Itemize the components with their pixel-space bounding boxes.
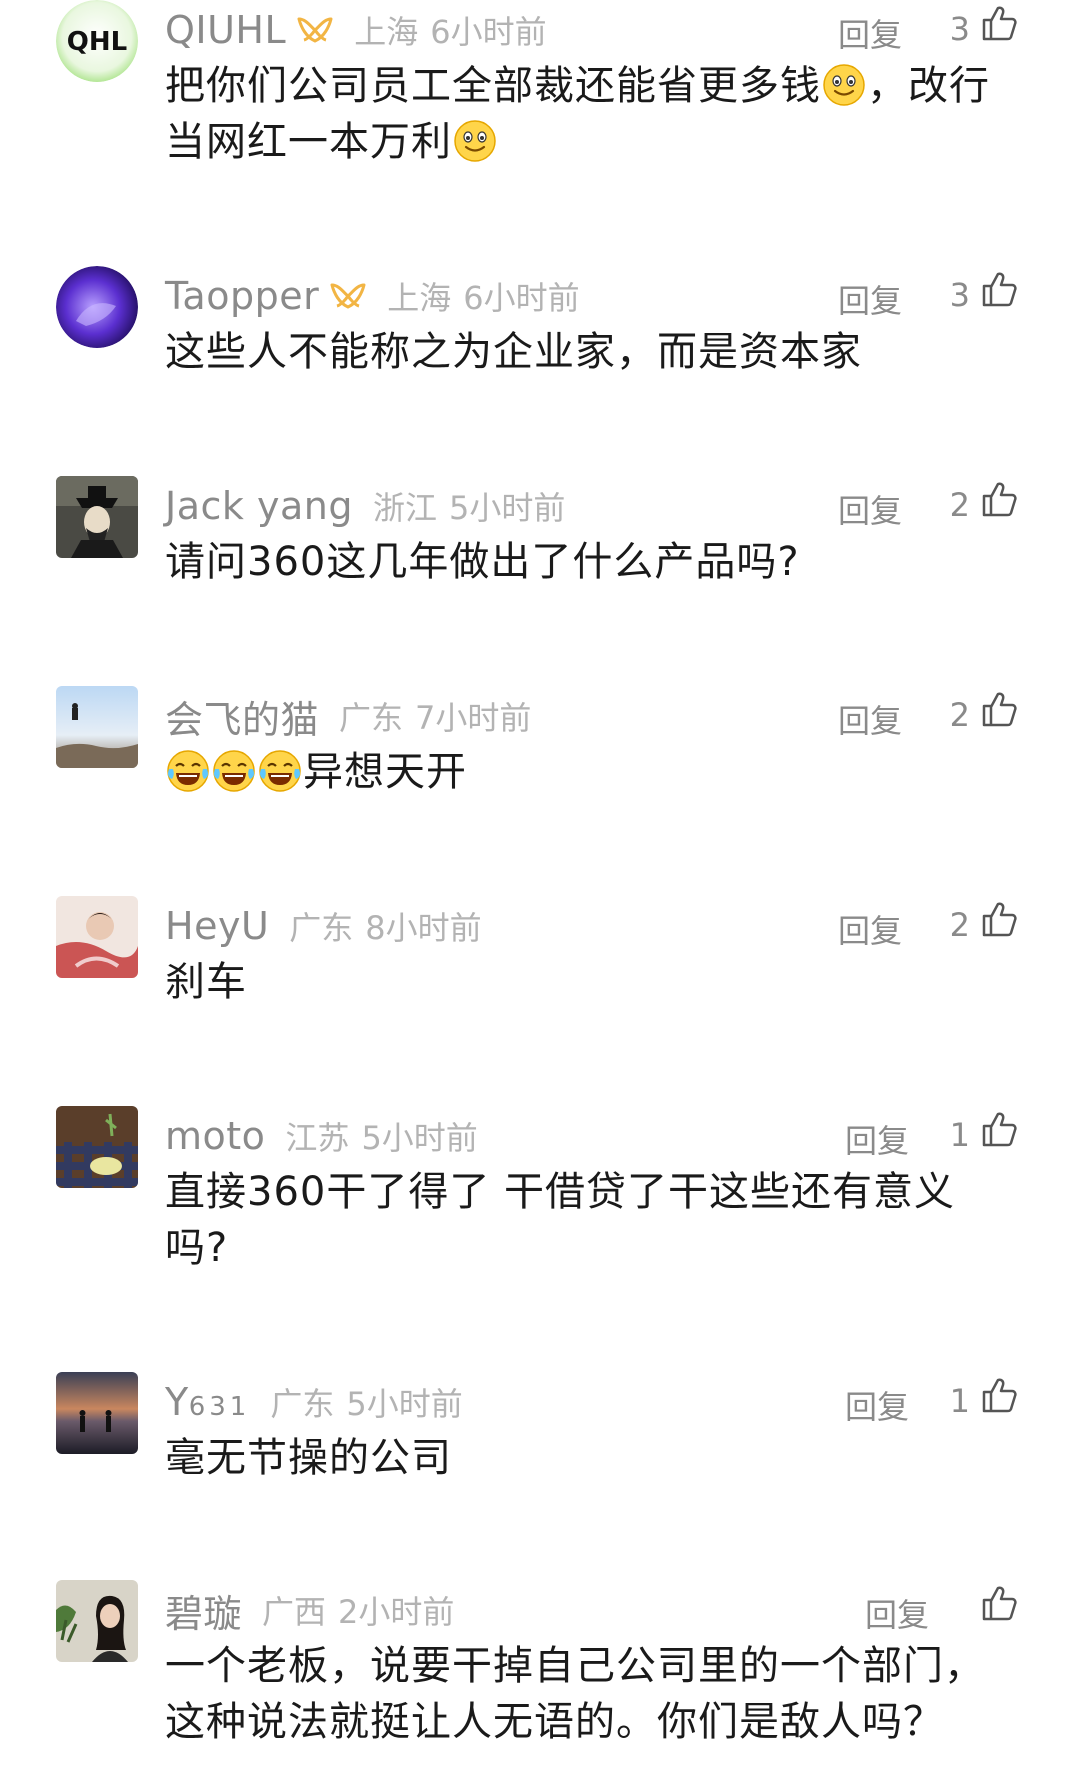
comment-meta: QIUHL 上海 6小时前 bbox=[165, 8, 547, 52]
thumbs-up-icon[interactable] bbox=[980, 270, 1018, 308]
timestamp: 7小时前 bbox=[415, 699, 532, 737]
location: 广东 bbox=[270, 1385, 335, 1423]
username[interactable]: QIUHL bbox=[165, 8, 286, 52]
comment-meta: 碧璇 广西 2小时前 bbox=[165, 1588, 455, 1636]
comment-meta: moto 江苏 5小时前 bbox=[165, 1114, 478, 1158]
comment-meta: HeyU 广东 8小时前 bbox=[165, 904, 482, 948]
comment-item: Y631 广东 5小时前 回复 1 毫无节操的公司 bbox=[0, 1372, 1080, 1522]
timestamp: 5小时前 bbox=[448, 489, 566, 527]
comment-meta: Taopper 上海 6小时前 bbox=[165, 274, 580, 318]
timestamp: 6小时前 bbox=[463, 279, 580, 317]
comment-text: 这些人不能称之为企业家，而是资本家 bbox=[165, 329, 862, 375]
avatar[interactable] bbox=[56, 266, 138, 348]
comment-meta: 会飞的猫 广东 7小时前 bbox=[165, 694, 532, 742]
comment-meta: Jack yang 浙江 5小时前 bbox=[165, 484, 565, 528]
reply-button[interactable]: 回复 bbox=[838, 906, 902, 952]
reply-button[interactable]: 回复 bbox=[845, 1382, 909, 1428]
thumbs-up-icon[interactable] bbox=[980, 4, 1018, 42]
username[interactable]: Jack yang bbox=[165, 484, 353, 528]
location: 上海 bbox=[354, 13, 419, 51]
avatar[interactable] bbox=[56, 1106, 138, 1188]
comment-item: 会飞的猫 广东 7小时前 回复 2 异想天开 bbox=[0, 686, 1080, 836]
timestamp: 5小时前 bbox=[346, 1385, 463, 1423]
smile-emoji bbox=[453, 119, 497, 163]
reply-button[interactable]: 回复 bbox=[838, 486, 902, 532]
username[interactable]: 会飞的猫 bbox=[165, 689, 319, 744]
avatar[interactable] bbox=[56, 686, 138, 768]
comment-text-part: 把你们公司员工全部裁还能省更多钱 bbox=[165, 63, 821, 109]
comment-item: QHL QIUHL 上海 6小时前 回复 3 把你们公司员工全部裁还能省更多钱，… bbox=[0, 0, 1080, 200]
laugh-cry-emoji bbox=[258, 749, 302, 793]
comment-text: 一个老板，说要干掉自己公司里的一个部门，这种说法就挺让人无语的。你们是敌人吗？ bbox=[165, 1643, 985, 1745]
location: 广东 bbox=[339, 699, 404, 737]
comment-meta: Y631 广东 5小时前 bbox=[165, 1380, 463, 1424]
timestamp: 2小时前 bbox=[338, 1593, 455, 1631]
comment-text: 异想天开 bbox=[165, 744, 1015, 800]
vip-badge-icon bbox=[296, 15, 334, 45]
avatar[interactable]: QHL bbox=[56, 0, 138, 82]
username-main[interactable]: Y bbox=[165, 1380, 189, 1424]
like-count: 2 bbox=[949, 696, 970, 734]
like-count: 3 bbox=[949, 276, 970, 314]
reply-button[interactable]: 回复 bbox=[865, 1590, 929, 1636]
location: 上海 bbox=[387, 279, 452, 317]
location: 江苏 bbox=[285, 1119, 350, 1157]
timestamp: 6小时前 bbox=[430, 13, 547, 51]
timestamp: 8小时前 bbox=[365, 909, 482, 947]
laugh-cry-emoji bbox=[212, 749, 256, 793]
comment-text: 毫无节操的公司 bbox=[165, 1435, 452, 1481]
thumbs-up-icon[interactable] bbox=[980, 1584, 1018, 1622]
comment-item: 碧璇 广西 2小时前 回复 一个老板，说要干掉自己公司里的一个部门，这种说法就挺… bbox=[0, 1580, 1080, 1766]
avatar[interactable] bbox=[56, 1372, 138, 1454]
comment-text: 把你们公司员工全部裁还能省更多钱 ，改行当网红一本万利 bbox=[165, 58, 1015, 170]
thumbs-up-icon[interactable] bbox=[980, 690, 1018, 728]
timestamp: 5小时前 bbox=[361, 1119, 478, 1157]
svg-text:QHL: QHL bbox=[67, 27, 127, 57]
username[interactable]: moto bbox=[165, 1114, 265, 1158]
avatar[interactable] bbox=[56, 476, 138, 558]
reply-button[interactable]: 回复 bbox=[838, 276, 902, 322]
username-suffix[interactable]: 631 bbox=[189, 1392, 251, 1422]
comment-item: moto 江苏 5小时前 回复 1 直接360干了得了 干借贷了干这些还有意义吗… bbox=[0, 1106, 1080, 1326]
like-count: 1 bbox=[949, 1116, 970, 1154]
comment-text: 刹车 bbox=[165, 959, 247, 1005]
like-count: 3 bbox=[949, 10, 970, 48]
comment-item: HeyU 广东 8小时前 回复 2 刹车 bbox=[0, 896, 1080, 1046]
username[interactable]: 碧璇 bbox=[165, 1583, 242, 1638]
smile-emoji bbox=[822, 63, 866, 107]
location: 浙江 bbox=[372, 489, 437, 527]
like-count: 2 bbox=[949, 486, 970, 524]
location: 广西 bbox=[262, 1593, 327, 1631]
comment-item: Taopper 上海 6小时前 回复 3 这些人不能称之为企业家，而是资本家 bbox=[0, 266, 1080, 416]
like-count: 2 bbox=[949, 906, 970, 944]
laugh-cry-emoji bbox=[166, 749, 210, 793]
thumbs-up-icon[interactable] bbox=[980, 900, 1018, 938]
reply-button[interactable]: 回复 bbox=[838, 10, 902, 56]
thumbs-up-icon[interactable] bbox=[980, 1110, 1018, 1148]
vip-badge-icon bbox=[329, 281, 367, 311]
comment-text: 直接360干了得了 干借贷了干这些还有意义吗? bbox=[165, 1169, 956, 1271]
username[interactable]: HeyU bbox=[165, 904, 269, 948]
avatar[interactable] bbox=[56, 1580, 138, 1662]
comment-feed: QHL QIUHL 上海 6小时前 回复 3 把你们公司员工全部裁还能省更多钱，… bbox=[0, 0, 1080, 1766]
reply-button[interactable]: 回复 bbox=[838, 696, 902, 742]
thumbs-up-icon[interactable] bbox=[980, 1376, 1018, 1414]
comment-item: Jack yang 浙江 5小时前 回复 2 请问360这几年做出了什么产品吗? bbox=[0, 476, 1080, 626]
avatar[interactable] bbox=[56, 896, 138, 978]
comment-text: 请问360这几年做出了什么产品吗? bbox=[165, 539, 800, 585]
username[interactable]: Taopper bbox=[165, 274, 319, 318]
username[interactable]: Y631 bbox=[165, 1380, 250, 1424]
like-count: 1 bbox=[949, 1382, 970, 1420]
comment-text-part: 异想天开 bbox=[303, 749, 467, 795]
thumbs-up-icon[interactable] bbox=[980, 480, 1018, 518]
location: 广东 bbox=[289, 909, 354, 947]
reply-button[interactable]: 回复 bbox=[845, 1116, 909, 1162]
